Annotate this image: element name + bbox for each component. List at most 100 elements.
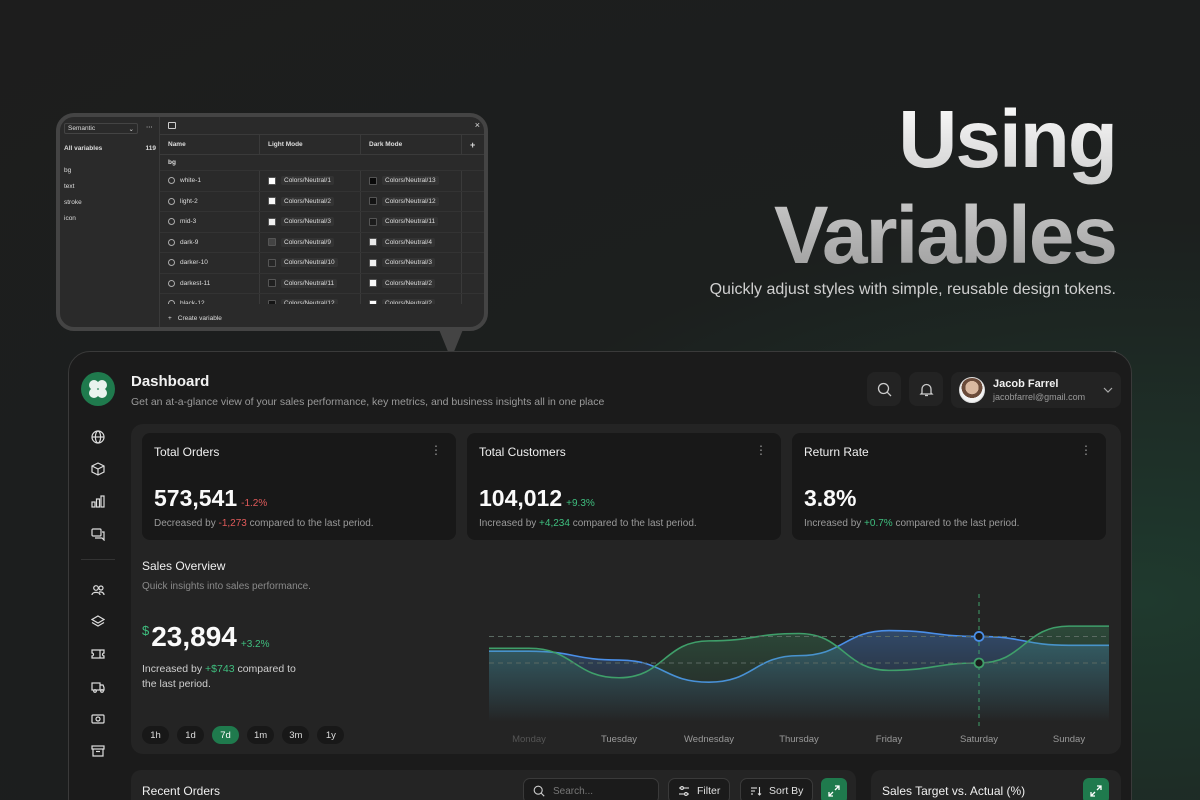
x-tick-label: Tuesday: [601, 734, 637, 745]
table-row[interactable]: white-1 Colors/Neutral/1 Colors/Neutral/13: [160, 171, 484, 192]
light-mode-value[interactable]: Colors/Neutral/3: [281, 217, 334, 227]
card-note-prefix: Increased by: [479, 518, 540, 529]
table-row[interactable]: dark-9 Colors/Neutral/9 Colors/Neutral/4: [160, 232, 484, 253]
light-mode-value[interactable]: Colors/Neutral/1: [281, 176, 334, 186]
globe-icon[interactable]: [85, 424, 111, 450]
card-note: Increased by +0.7% compared to the last …: [804, 518, 1019, 529]
box-icon[interactable]: [85, 456, 111, 482]
dark-mode-value[interactable]: Colors/Neutral/4: [382, 237, 435, 247]
money-icon[interactable]: [85, 706, 111, 732]
add-column-button[interactable]: +: [462, 135, 484, 154]
close-icon[interactable]: ×: [475, 120, 480, 130]
variable-rows: white-1 Colors/Neutral/1 Colors/Neutral/13…: [160, 171, 484, 304]
group-item[interactable]: icon: [64, 215, 76, 222]
card-delta: -1.2%: [241, 498, 268, 509]
light-mode-value[interactable]: Colors/Neutral/10: [281, 258, 338, 268]
card-note-value: +0.7%: [864, 518, 893, 529]
dark-mode-value[interactable]: Colors/Neutral/13: [382, 176, 439, 186]
more-vertical-icon[interactable]: ⋮: [1080, 443, 1092, 457]
ticket-icon[interactable]: [85, 641, 111, 667]
filter-button[interactable]: Filter: [668, 778, 731, 800]
hero-title: Using Variables: [774, 92, 1116, 284]
group-heading: bg: [160, 155, 484, 171]
column-header: Dark Mode: [361, 135, 462, 154]
all-variables-item[interactable]: All variables 119: [64, 145, 156, 152]
collection-select[interactable]: Semantic ⌄: [64, 123, 138, 134]
table-row[interactable]: darker-10 Colors/Neutral/10 Colors/Neutral…: [160, 253, 484, 274]
card-delta: +9.3%: [566, 498, 595, 509]
table-row[interactable]: mid-3 Colors/Neutral/3 Colors/Neutral/11: [160, 212, 484, 233]
color-swatch: [369, 217, 377, 226]
light-mode-value[interactable]: Colors/Neutral/11: [281, 278, 338, 288]
palette-icon: [168, 177, 175, 185]
sales-overview-subtitle: Quick insights into sales performance.: [142, 581, 311, 592]
expand-icon: [1090, 785, 1102, 797]
light-mode-value[interactable]: Colors/Neutral/9: [281, 237, 334, 247]
search-icon: [533, 785, 545, 797]
range-1m[interactable]: 1m: [247, 726, 275, 744]
chat-icon[interactable]: [85, 521, 111, 547]
x-tick-label: Thursday: [779, 734, 819, 745]
table-row[interactable]: light-2 Colors/Neutral/2 Colors/Neutral/12: [160, 191, 484, 212]
group-item[interactable]: stroke: [64, 199, 82, 206]
search-button[interactable]: [867, 372, 901, 406]
users-icon[interactable]: [85, 577, 111, 603]
expand-button[interactable]: [1083, 778, 1109, 800]
dark-mode-value[interactable]: Colors/Neutral/12: [382, 196, 439, 206]
sales-note-value: +$743: [205, 663, 235, 675]
range-3m[interactable]: 3m: [282, 726, 310, 744]
expand-icon: [828, 785, 840, 797]
sales-note: Increased by +$743 compared to the last …: [142, 662, 302, 692]
line-chart: Monday Tuesday Wednesday Thursday Friday Satu…: [489, 594, 1109, 745]
range-1y[interactable]: 1y: [317, 726, 345, 744]
sort-button[interactable]: Sort By: [740, 778, 814, 800]
user-email: jacobfarrel@gmail.com: [993, 392, 1086, 402]
recent-orders-card: Recent Orders Search... Filter Sort By: [131, 770, 856, 800]
search-placeholder: Search...: [553, 785, 594, 797]
card-note-suffix: compared to the last period.: [246, 518, 374, 529]
highlight-point-0: [973, 631, 985, 642]
all-variables-count: 119: [145, 145, 157, 152]
table-row[interactable]: black-12 Colors/Neutral/12 Colors/Neutral/…: [160, 294, 484, 304]
collection-select-value: Semantic: [68, 125, 96, 132]
more-vertical-icon[interactable]: ⋮: [755, 443, 767, 457]
color-swatch: [369, 197, 377, 206]
color-swatch: [369, 258, 377, 267]
sales-note-prefix: Increased by: [142, 663, 206, 675]
notifications-button[interactable]: [909, 372, 943, 406]
expand-button[interactable]: [821, 778, 847, 800]
column-header: Name: [160, 135, 260, 154]
truck-icon[interactable]: [85, 674, 111, 700]
card-title: Total Customers: [479, 445, 566, 459]
table-row[interactable]: darkest-11 Colors/Neutral/11 Colors/Neutra…: [160, 273, 484, 294]
variables-sidebar: Semantic ⌄ ⋯ All variables 119 bg text s…: [60, 117, 160, 327]
light-mode-value[interactable]: Colors/Neutral/2: [281, 196, 334, 206]
more-vertical-icon[interactable]: ⋮: [430, 443, 442, 457]
nav-divider: [81, 559, 115, 560]
range-1d[interactable]: 1d: [177, 726, 204, 744]
archive-icon[interactable]: [85, 738, 111, 764]
dark-mode-value[interactable]: Colors/Neutral/2: [382, 299, 435, 304]
dark-mode-value[interactable]: Colors/Neutral/3: [382, 258, 435, 268]
user-menu[interactable]: Jacob Farrel jacobfarrel@gmail.com: [951, 372, 1121, 408]
variable-name: white-1: [180, 177, 201, 185]
time-range-selector: 1h 1d 7d 1m 3m 1y: [142, 726, 345, 744]
layers-icon[interactable]: [85, 609, 111, 635]
palette-icon: [168, 197, 175, 205]
palette-icon: [168, 259, 175, 267]
more-icon[interactable]: ⋯: [146, 123, 153, 131]
range-7d[interactable]: 7d: [212, 726, 239, 744]
currency-symbol: $: [142, 623, 150, 638]
panel-icon[interactable]: [168, 122, 176, 129]
group-item[interactable]: text: [64, 183, 74, 190]
light-mode-value[interactable]: Colors/Neutral/12: [281, 299, 338, 304]
create-variable-button[interactable]: + Create variable: [168, 315, 222, 322]
range-1h[interactable]: 1h: [142, 726, 169, 744]
logo-icon[interactable]: [81, 372, 115, 406]
dark-mode-value[interactable]: Colors/Neutral/11: [382, 217, 439, 227]
search-input[interactable]: Search...: [523, 778, 659, 800]
chart-icon[interactable]: [85, 488, 111, 514]
dark-mode-value[interactable]: Colors/Neutral/2: [382, 278, 435, 288]
x-tick-label: Friday: [876, 734, 903, 745]
group-item[interactable]: bg: [64, 167, 71, 174]
